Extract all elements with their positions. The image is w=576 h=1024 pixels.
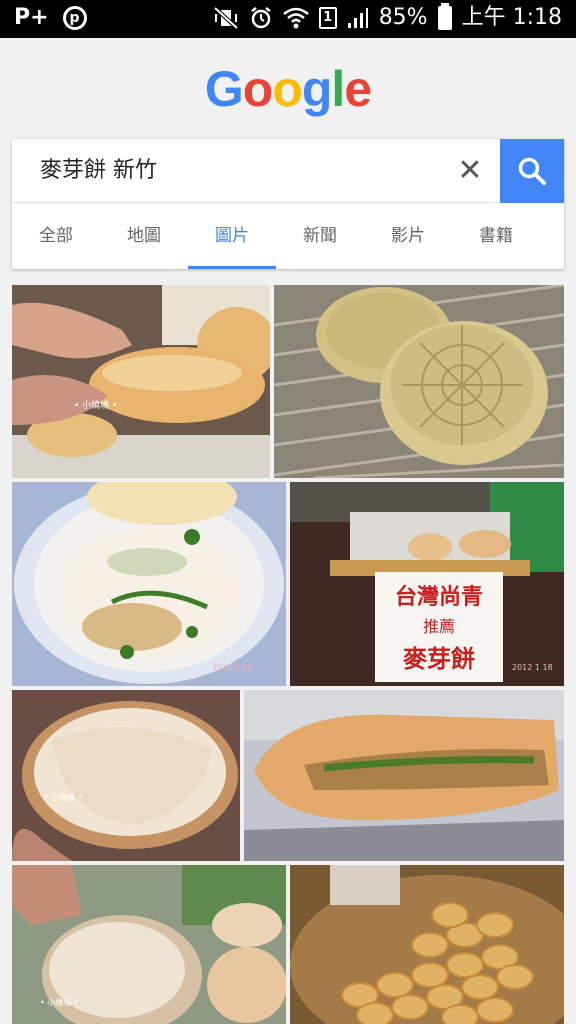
mute-vibrate-icon <box>213 6 239 30</box>
logo-letter: o <box>242 61 274 117</box>
image-result-6[interactable] <box>244 690 564 861</box>
image-result-3[interactable]: 2012 1 18 <box>12 482 286 686</box>
search-bar: 麥芽餅 新竹 ✕ <box>12 139 564 203</box>
battery-percent: 85% <box>378 5 428 30</box>
image-date-stamp: 2012 1 18 <box>512 663 553 672</box>
pinterest-icon: p <box>62 6 87 30</box>
image-result-7[interactable]: • 小燒鳩 • <box>12 865 286 1024</box>
tab-images[interactable]: 圖片 <box>188 203 276 269</box>
image-watermark: • 小燒鳩 • <box>74 399 117 411</box>
search-tabs: 全部 地圖 圖片 新聞 影片 書籍 <box>12 203 564 269</box>
tab-videos[interactable]: 影片 <box>364 203 452 269</box>
sign-text-line-1: 台灣尚青 <box>395 584 483 610</box>
google-logo[interactable]: Google <box>0 60 576 118</box>
battery-icon <box>437 3 452 30</box>
image-result-2[interactable] <box>274 285 564 478</box>
sim-slot-icon: 1 <box>318 7 337 29</box>
image-result-5[interactable]: • 小燒鳩 • <box>12 690 240 861</box>
image-result-4[interactable]: 台灣尚青 推薦 麥芽餅 2012 1 18 <box>290 482 564 686</box>
tab-maps[interactable]: 地圖 <box>100 203 188 269</box>
tab-all[interactable]: 全部 <box>12 203 100 269</box>
logo-letter: g <box>301 61 333 117</box>
tab-books[interactable]: 書籍 <box>452 203 540 269</box>
sign-text-line-2: 推薦 <box>423 617 455 636</box>
alarm-icon <box>250 7 271 29</box>
image-result-1[interactable]: • 小燒鳩 • <box>12 285 270 478</box>
clear-icon[interactable]: ✕ <box>452 153 488 189</box>
image-date-stamp: 2012 1 18 <box>212 663 253 672</box>
logo-letter: o <box>272 61 303 117</box>
search-card: 麥芽餅 新竹 ✕ 全部 地圖 圖片 新聞 影片 書籍 <box>12 139 564 269</box>
clock: 上午 1:18 <box>461 5 562 30</box>
image-watermark: • 小燒鳩 • <box>44 792 83 802</box>
notification-p-plus-icon: P+ <box>14 5 49 30</box>
image-result-8[interactable] <box>290 865 564 1024</box>
sign-text-line-3: 麥芽餅 <box>402 645 475 673</box>
search-button[interactable] <box>500 139 564 203</box>
signal-icon <box>347 8 368 28</box>
logo-letter: G <box>204 61 244 117</box>
image-watermark: • 小燒鳩 • <box>40 997 79 1007</box>
tab-news[interactable]: 新聞 <box>276 203 364 269</box>
search-icon <box>518 157 546 185</box>
wifi-icon <box>282 7 309 29</box>
search-input[interactable]: 麥芽餅 新竹 <box>40 155 157 187</box>
logo-letter: l <box>331 61 345 117</box>
status-bar: P+ p 1 85% 上午 1:18 <box>0 0 576 38</box>
logo-letter: e <box>344 61 372 117</box>
